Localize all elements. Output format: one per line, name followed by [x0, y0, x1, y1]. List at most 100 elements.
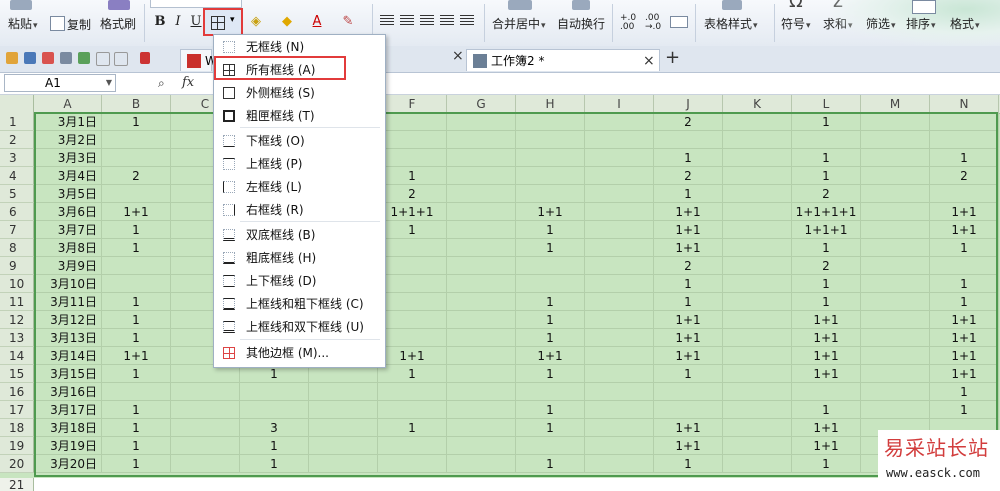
row-header[interactable]: 8: [0, 239, 34, 257]
cell-j4[interactable]: 2: [654, 167, 723, 185]
cell-n11[interactable]: 1: [930, 293, 999, 311]
menu-item-top-bottom-border[interactable]: 上下框线 (D): [214, 270, 383, 292]
magnifier-icon[interactable]: ⌕: [158, 76, 165, 91]
cell-k15[interactable]: [723, 365, 792, 383]
cell-f13[interactable]: [378, 329, 447, 347]
menu-item-top-double-bottom-border[interactable]: 上框线和双下框线 (U): [214, 316, 383, 338]
cell-m14[interactable]: [861, 347, 930, 365]
cell-b15[interactable]: 1: [102, 365, 171, 383]
cell-g3[interactable]: [447, 149, 516, 167]
increase-decimal-button[interactable]: +.0 .00: [620, 14, 644, 32]
cell-i15[interactable]: [585, 365, 654, 383]
cell-b17[interactable]: 1: [102, 401, 171, 419]
cell-f4[interactable]: 1: [378, 167, 447, 185]
cell-j9[interactable]: 2: [654, 257, 723, 275]
cell-h8[interactable]: 1: [516, 239, 585, 257]
cell-n2[interactable]: [930, 131, 999, 149]
cell-i1[interactable]: [585, 113, 654, 131]
cell-b3[interactable]: [102, 149, 171, 167]
cell-c18[interactable]: [171, 419, 240, 437]
cell-i3[interactable]: [585, 149, 654, 167]
cell-g10[interactable]: [447, 275, 516, 293]
cell-n5[interactable]: [930, 185, 999, 203]
row-header[interactable]: 7: [0, 221, 34, 239]
cell-a11[interactable]: 3月11日: [34, 293, 102, 311]
paste-button[interactable]: 粘贴▾: [8, 16, 38, 32]
cell-f5[interactable]: 2: [378, 185, 447, 203]
row-header[interactable]: 15: [0, 365, 34, 383]
cell-g13[interactable]: [447, 329, 516, 347]
cell-l4[interactable]: 1: [792, 167, 861, 185]
cell-b8[interactable]: 1: [102, 239, 171, 257]
cell-k2[interactable]: [723, 131, 792, 149]
cell-i8[interactable]: [585, 239, 654, 257]
cell-m9[interactable]: [861, 257, 930, 275]
cell-k1[interactable]: [723, 113, 792, 131]
cell-f8[interactable]: [378, 239, 447, 257]
row-header[interactable]: 6: [0, 203, 34, 221]
cell-h19[interactable]: [516, 437, 585, 455]
cell-b11[interactable]: 1: [102, 293, 171, 311]
cell-e17[interactable]: [309, 401, 378, 419]
cell-a5[interactable]: 3月5日: [34, 185, 102, 203]
menu-item-bottom-border[interactable]: 下框线 (O): [214, 130, 383, 152]
cell-k4[interactable]: [723, 167, 792, 185]
cell-g11[interactable]: [447, 293, 516, 311]
cell-f18[interactable]: 1: [378, 419, 447, 437]
cell-c17[interactable]: [171, 401, 240, 419]
cell-k6[interactable]: [723, 203, 792, 221]
cell-j11[interactable]: 1: [654, 293, 723, 311]
cell-l15[interactable]: 1+1: [792, 365, 861, 383]
cell-m3[interactable]: [861, 149, 930, 167]
menu-item-thick-bottom-border[interactable]: 粗底框线 (H): [214, 247, 383, 269]
row-header[interactable]: 12: [0, 311, 34, 329]
align-right-icon[interactable]: [420, 15, 434, 27]
cell-h20[interactable]: 1: [516, 455, 585, 473]
menu-item-thick-box-border[interactable]: 粗匣框线 (T): [214, 105, 383, 127]
column-header-l[interactable]: L: [792, 95, 861, 113]
cell-k9[interactable]: [723, 257, 792, 275]
cell-a4[interactable]: 3月4日: [34, 167, 102, 185]
cell-h15[interactable]: 1: [516, 365, 585, 383]
format-painter-button[interactable]: 格式刷: [100, 16, 136, 32]
cell-n8[interactable]: 1: [930, 239, 999, 257]
row-header[interactable]: 13: [0, 329, 34, 347]
cell-g17[interactable]: [447, 401, 516, 419]
cell-j7[interactable]: 1+1: [654, 221, 723, 239]
cell-j18[interactable]: 1+1: [654, 419, 723, 437]
cell-n13[interactable]: 1+1: [930, 329, 999, 347]
menu-item-top-border[interactable]: 上框线 (P): [214, 153, 383, 175]
row-header[interactable]: 16: [0, 383, 34, 401]
column-header-n[interactable]: N: [930, 95, 999, 113]
cell-a9[interactable]: 3月9日: [34, 257, 102, 275]
cell-i20[interactable]: [585, 455, 654, 473]
cell-i14[interactable]: [585, 347, 654, 365]
cell-m5[interactable]: [861, 185, 930, 203]
cell-g18[interactable]: [447, 419, 516, 437]
column-header-j[interactable]: J: [654, 95, 723, 113]
cell-n16[interactable]: 1: [930, 383, 999, 401]
cell-l20[interactable]: 1: [792, 455, 861, 473]
underline-button[interactable]: U: [188, 12, 204, 32]
cell-c20[interactable]: [171, 455, 240, 473]
row-header[interactable]: 10: [0, 275, 34, 293]
cell-a6[interactable]: 3月6日: [34, 203, 102, 221]
cell-f6[interactable]: 1+1+1: [378, 203, 447, 221]
cell-b12[interactable]: 1: [102, 311, 171, 329]
cell-e20[interactable]: [309, 455, 378, 473]
cell-j10[interactable]: 1: [654, 275, 723, 293]
column-header-h[interactable]: H: [516, 95, 585, 113]
cell-a16[interactable]: 3月16日: [34, 383, 102, 401]
clear-format-button[interactable]: ✎: [336, 12, 360, 32]
cell-f19[interactable]: [378, 437, 447, 455]
cell-l2[interactable]: [792, 131, 861, 149]
row-header[interactable]: 17: [0, 401, 34, 419]
cell-i4[interactable]: [585, 167, 654, 185]
cell-g2[interactable]: [447, 131, 516, 149]
sort-button[interactable]: 排序▾: [906, 16, 936, 32]
cell-k11[interactable]: [723, 293, 792, 311]
column-header-k[interactable]: K: [723, 95, 792, 113]
column-header-f[interactable]: F: [378, 95, 447, 113]
font-name-box[interactable]: [150, 0, 242, 8]
cell-k10[interactable]: [723, 275, 792, 293]
